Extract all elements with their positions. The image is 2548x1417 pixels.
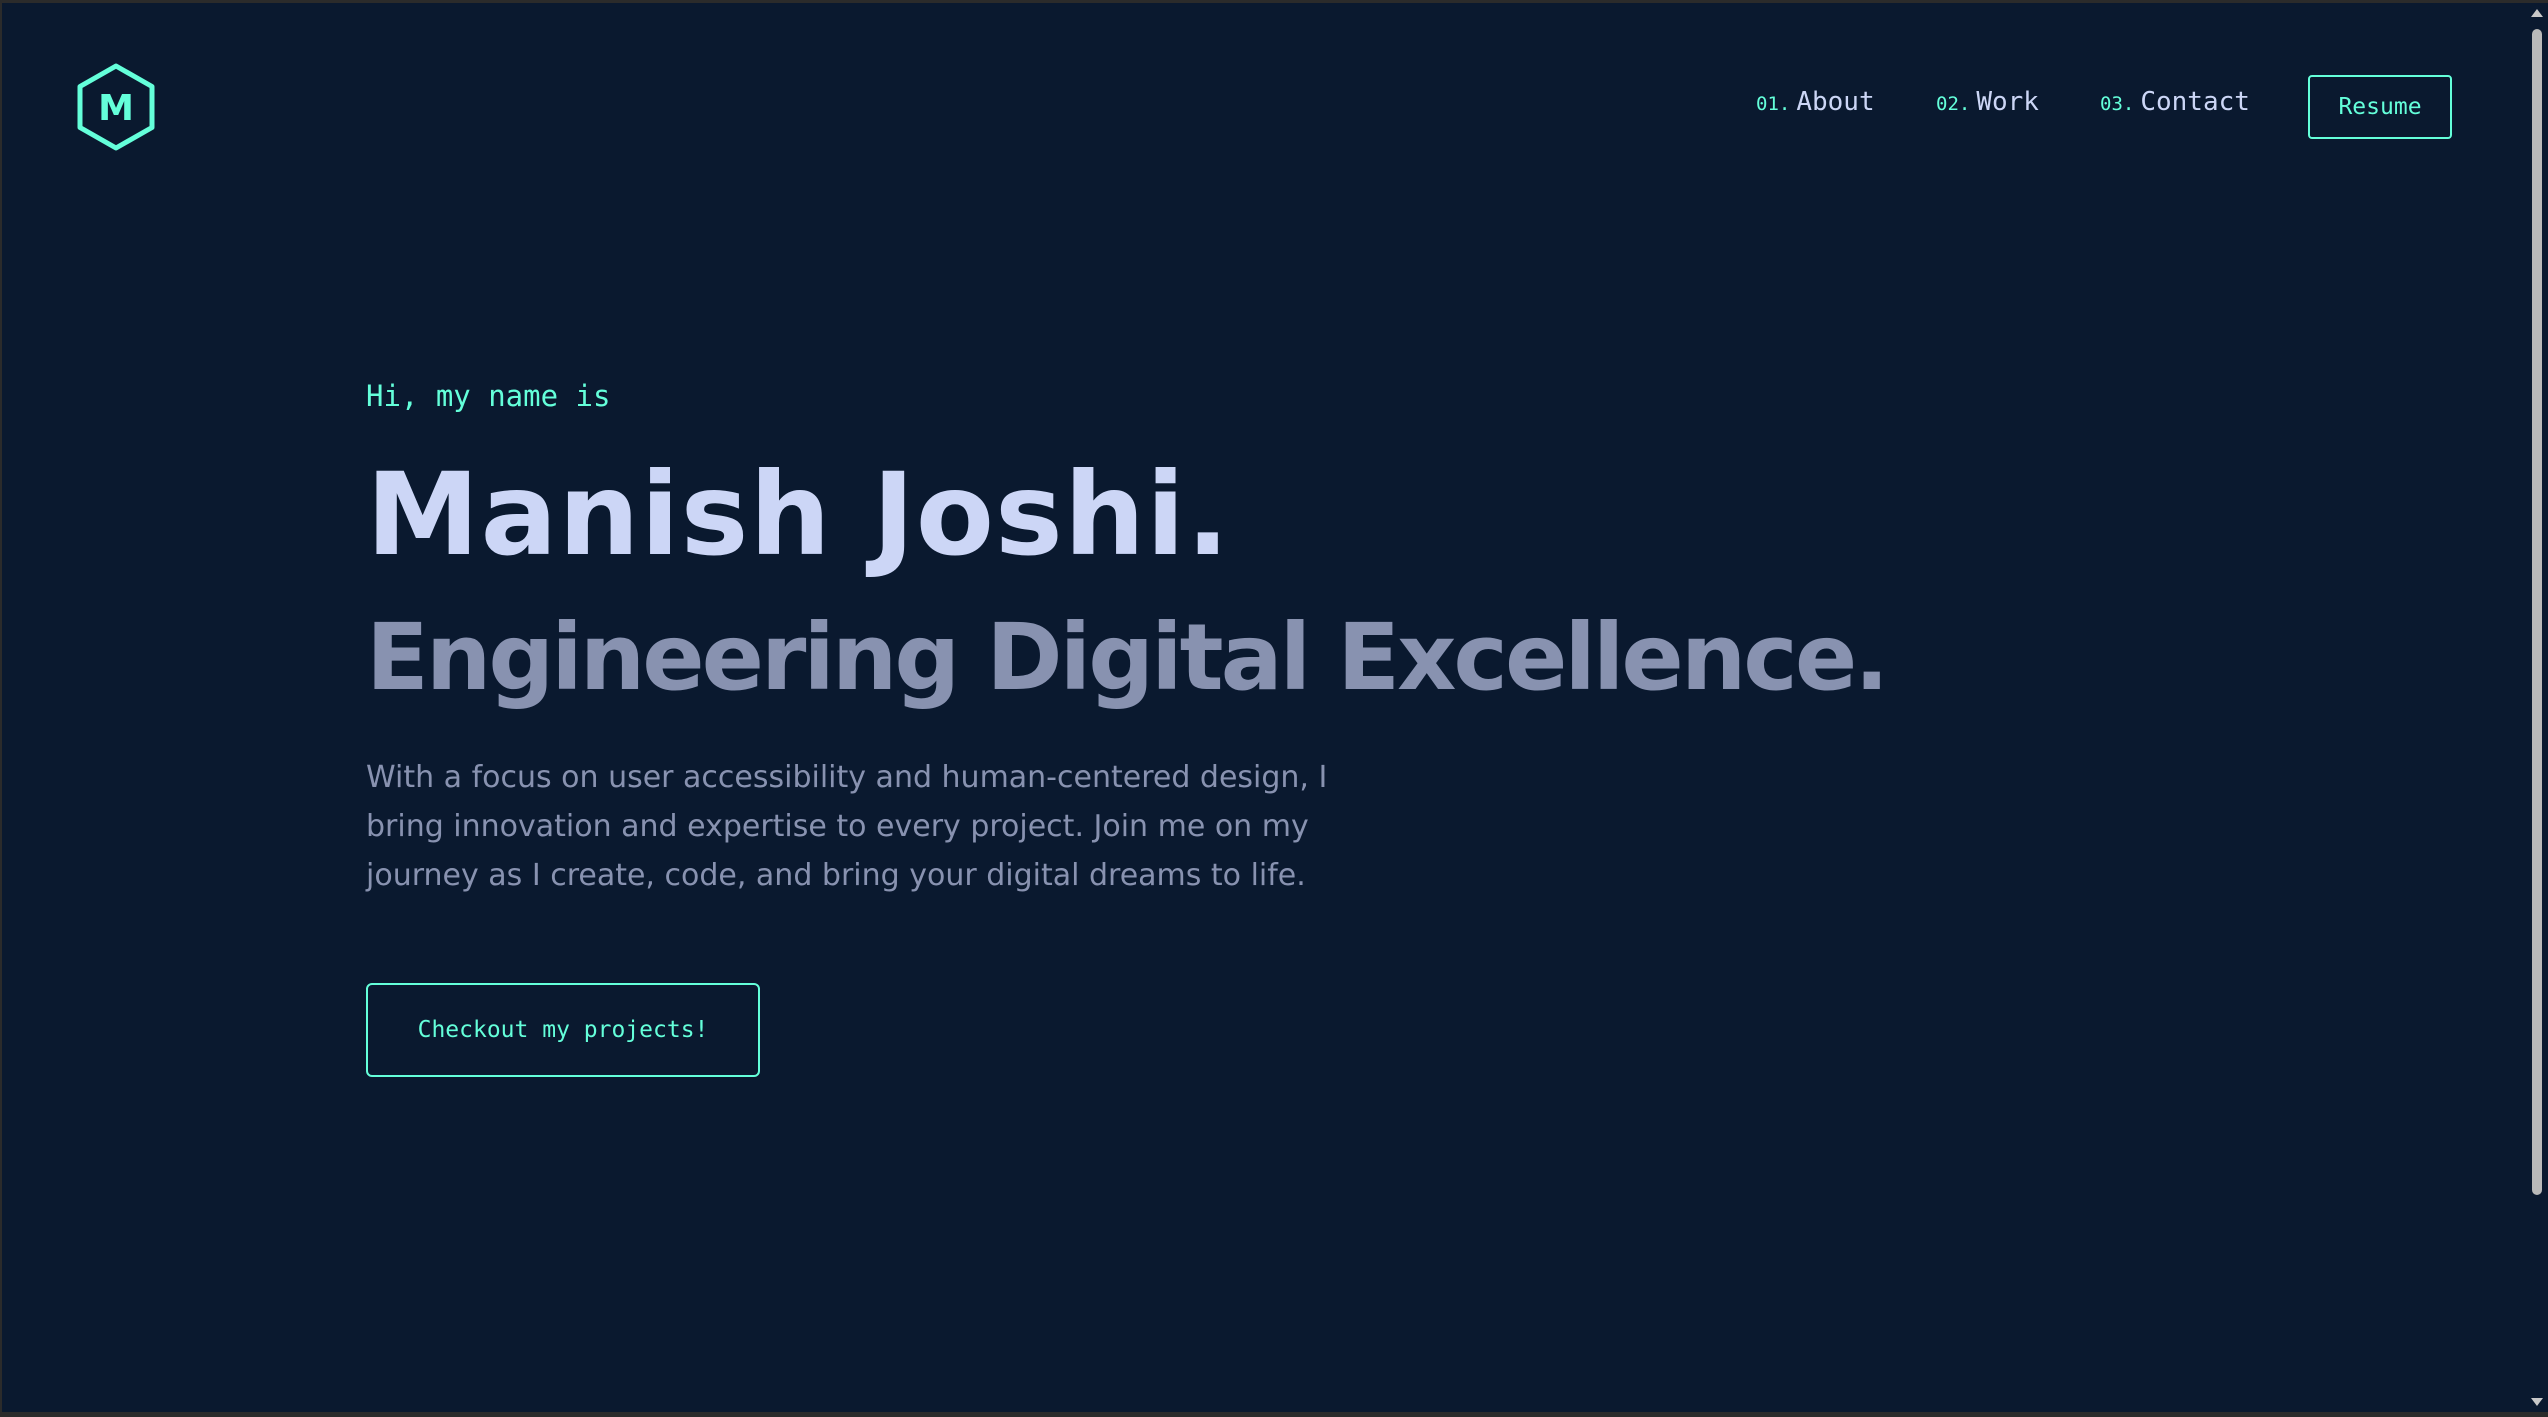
hero-tagline: Engineering Digital Excellence.: [366, 604, 1889, 711]
main-nav: 01. About 02. Work 03. Contact Resume: [2, 75, 2526, 141]
nav-label: Contact: [2140, 87, 2250, 117]
checkout-projects-button[interactable]: Checkout my projects!: [366, 983, 760, 1077]
hero-name: Manish Joshi.: [366, 448, 1231, 581]
chevron-down-icon[interactable]: [2531, 1398, 2543, 1406]
chevron-up-icon[interactable]: [2531, 9, 2543, 17]
nav-label: About: [1796, 87, 1875, 117]
nav-number: 01.: [1756, 93, 1791, 115]
nav-number: 03.: [2100, 93, 2135, 115]
hero-bio: With a focus on user accessibility and h…: [366, 760, 1328, 893]
nav-item-work[interactable]: 02. Work: [1936, 87, 2039, 117]
nav-label: Work: [1976, 87, 2039, 117]
page: M 01. About 02. Work 03. Contact Resume Hi,…: [2, 3, 2526, 1412]
hero-greeting: Hi, my name is: [366, 379, 611, 413]
scrollbar-thumb[interactable]: [2532, 29, 2542, 1195]
nav-item-about[interactable]: 01. About: [1756, 87, 1875, 117]
resume-button[interactable]: Resume: [2308, 75, 2452, 139]
nav-item-contact[interactable]: 03. Contact: [2100, 87, 2250, 117]
vertical-scrollbar[interactable]: [2526, 3, 2548, 1412]
nav-number: 02.: [1936, 93, 1971, 115]
